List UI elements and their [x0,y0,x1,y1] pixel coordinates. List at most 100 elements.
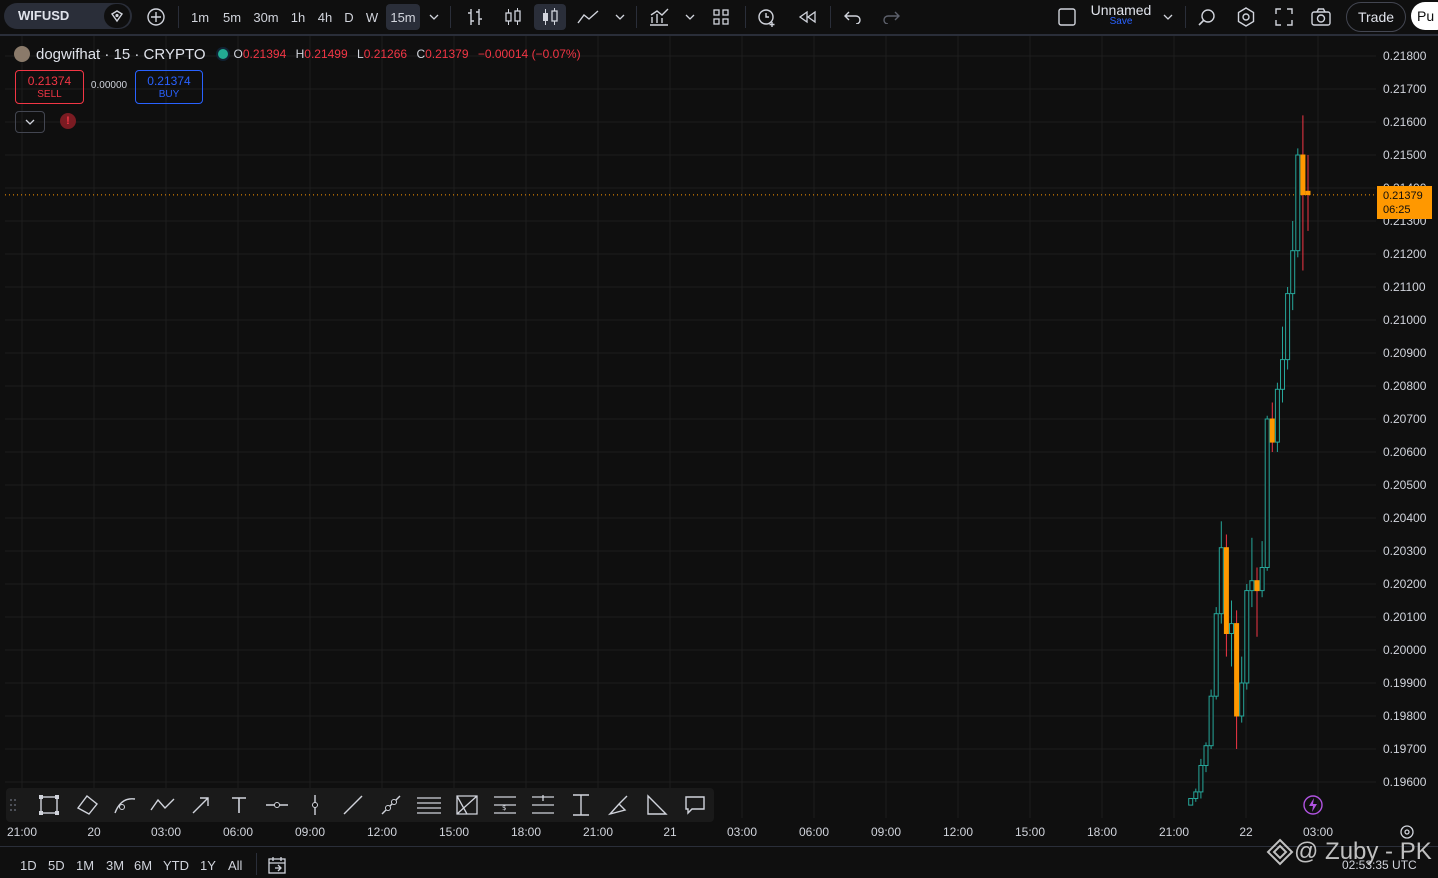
parallel-channel-icon[interactable] [416,792,442,818]
range-ytd[interactable]: YTD [163,858,189,873]
coin-logo-icon [14,46,30,62]
chevron-down-icon[interactable] [680,4,700,30]
interval-1m[interactable]: 1m [187,4,213,30]
svg-text:$: $ [502,804,506,812]
curve-tool-icon[interactable] [112,792,138,818]
alert-clock-icon[interactable] [754,4,780,30]
candle-body [1229,623,1234,634]
price-axis-label: 0.21500 [1383,148,1427,162]
sell-button[interactable]: 0.21374 SELL [15,70,84,104]
candle-body [1305,190,1311,196]
price-range-icon[interactable] [530,792,556,818]
polygon-tool-icon[interactable] [74,792,100,818]
candle-body [1300,154,1306,196]
candle-body [1285,293,1291,361]
utc-clock[interactable]: 02:53:35 UTC [1342,858,1417,872]
market-status-icon[interactable] [217,49,228,59]
add-symbol-icon[interactable] [143,4,169,30]
goto-date-icon[interactable] [264,852,290,878]
time-axis-label: 21:00 [582,825,614,839]
price-axis-label: 0.21800 [1383,49,1427,63]
rectangle-tool-icon[interactable] [36,792,62,818]
high-value: 0.21499 [304,47,348,61]
interval-1h[interactable]: 1h [287,4,309,30]
range-5d[interactable]: 5D [48,858,65,873]
interval-d[interactable]: D [341,4,357,30]
text-tool-icon[interactable] [226,792,252,818]
price-axis-label: 0.21700 [1383,82,1427,96]
horizontal-ray-icon[interactable] [264,792,290,818]
camera-icon[interactable] [1308,4,1334,30]
redo-icon[interactable] [878,4,904,30]
open-value: 0.21394 [242,47,287,61]
range-all[interactable]: All [228,858,242,873]
chevron-down-icon [25,119,35,125]
replay-icon[interactable] [794,4,820,30]
layout-name[interactable]: Unnamed Save [1090,2,1152,27]
layout-grid-icon[interactable] [708,4,734,30]
divider [636,6,637,28]
indicators-icon[interactable] [646,4,672,30]
trade-button[interactable]: Trade [1346,2,1406,32]
checkbox-icon[interactable] [1054,4,1080,30]
price-axis-label: 0.20800 [1383,379,1427,393]
fullscreen-icon[interactable] [1271,4,1297,30]
candles-icon[interactable] [534,4,566,30]
line-chart-icon[interactable] [574,4,602,30]
divider [256,853,257,875]
range-1d[interactable]: 1D [20,858,37,873]
chevron-down-icon[interactable] [610,4,630,30]
fib-retracement-icon[interactable]: $ [492,792,518,818]
symbol-title[interactable]: dogwifhat · 15 · CRYPTO [36,46,206,63]
range-1m[interactable]: 1M [76,858,94,873]
angle-tool-icon[interactable] [644,792,670,818]
extended-line-icon[interactable] [378,792,404,818]
price-axis-label: 0.20600 [1383,445,1427,459]
candle-body [1290,250,1296,295]
date-range-icon[interactable] [568,792,594,818]
hollow-candles-icon[interactable] [500,4,526,30]
comment-tool-icon[interactable] [682,792,708,818]
change-value: −0.00014 (−0.07%) [477,47,581,61]
symbol-search[interactable]: WIFUSD [4,3,132,29]
collapse-legend-button[interactable] [15,111,45,133]
candle-body [1274,388,1280,443]
drag-handle-icon[interactable] [6,792,20,818]
candle-body [1203,745,1209,767]
range-3m[interactable]: 3M [106,858,124,873]
bars-icon[interactable] [462,4,488,30]
brush-tool-icon[interactable] [606,792,632,818]
candle-body [1269,418,1275,443]
warning-icon[interactable]: ! [60,113,76,129]
interval-15m[interactable]: 15m [386,4,420,30]
time-axis-label: 12:00 [942,825,974,839]
gear-icon[interactable] [1233,4,1259,30]
quick-search-icon[interactable] [1194,4,1220,30]
alert-icon[interactable] [104,4,130,28]
buy-price: 0.21374 [147,74,191,88]
path-tool-icon[interactable] [150,792,176,818]
chevron-down-icon[interactable] [424,4,444,30]
current-price: 0.21379 [1383,190,1423,202]
interval-5m[interactable]: 5m [219,4,245,30]
arrow-tool-icon[interactable] [188,792,214,818]
undo-icon[interactable] [840,4,866,30]
interval-w[interactable]: W [362,4,382,30]
pitchfork-icon[interactable] [454,792,480,818]
buy-button[interactable]: 0.21374 BUY [135,70,203,104]
interval-30m[interactable]: 30m [251,4,281,30]
candle-body [1208,695,1214,747]
trend-line-icon[interactable] [340,792,366,818]
range-1y[interactable]: 1Y [200,858,216,873]
vertical-line-icon[interactable] [302,792,328,818]
price-axis-label: 0.20100 [1383,610,1427,624]
price-axis-label: 0.19900 [1383,676,1427,690]
interval-4h[interactable]: 4h [314,4,336,30]
current-price-tag: 0.21379 06:25 [1377,186,1432,219]
sell-price: 0.21374 [27,74,72,88]
publish-button[interactable]: Pu [1411,2,1438,30]
range-6m[interactable]: 6M [134,858,152,873]
chevron-down-icon[interactable] [1158,4,1178,30]
price-chart[interactable] [5,36,1376,818]
lightning-icon[interactable] [1300,792,1326,818]
